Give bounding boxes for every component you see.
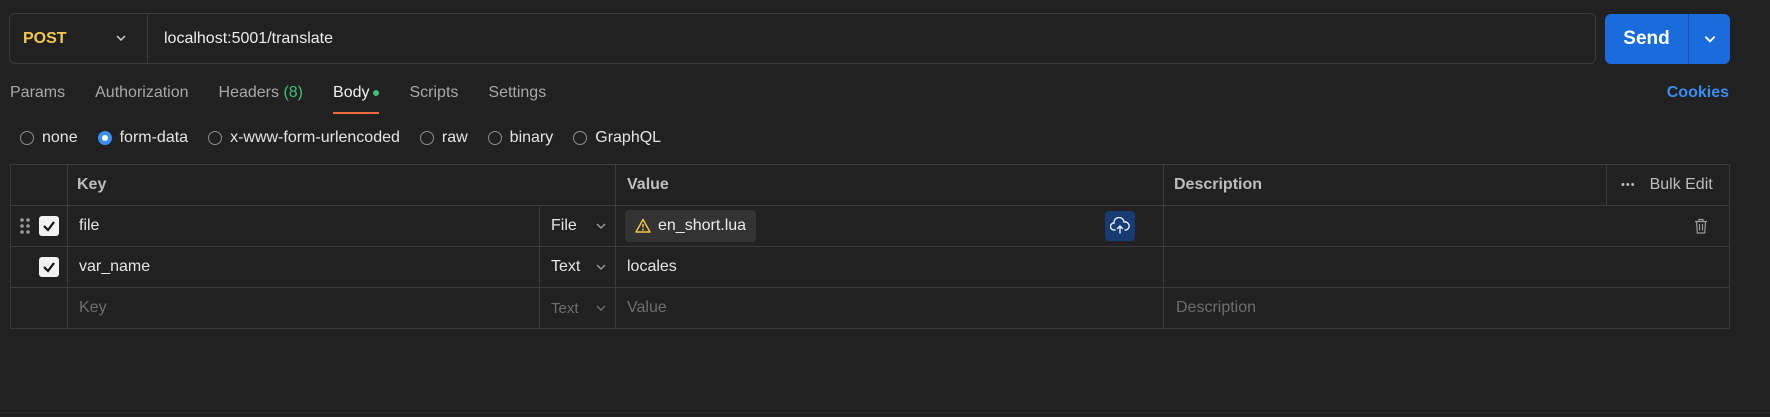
chevron-down-icon [596, 223, 606, 229]
method-label: POST [23, 29, 67, 47]
chevron-down-icon [596, 264, 606, 270]
body-type-selector: none form-data x-www-form-urlencoded raw… [20, 129, 681, 147]
table-row: var_name Text locales [11, 247, 1729, 288]
warning-icon [635, 218, 651, 233]
radio-form-data[interactable]: form-data [97, 129, 189, 147]
table-row-new: Key Text Value Description [11, 288, 1729, 329]
column-divider [539, 247, 540, 287]
value-cell[interactable]: locales [627, 247, 677, 287]
radio-label: x-www-form-urlencoded [230, 129, 400, 146]
key-cell[interactable]: var_name [79, 247, 150, 287]
tab-label: Scripts [409, 84, 459, 101]
send-button[interactable]: Send [1605, 14, 1689, 64]
radio-label: raw [441, 129, 468, 146]
request-tabs: Params Authorization Headers (8) Body Sc… [10, 84, 576, 114]
tab-authorization[interactable]: Authorization [95, 84, 188, 114]
type-label: Text [551, 258, 581, 275]
column-divider [539, 288, 540, 329]
panel-divider [0, 412, 1770, 413]
radio-graphql[interactable]: GraphQL [573, 129, 661, 147]
table-header-row: Key Value Description ••• Bulk Edit [11, 165, 1729, 206]
radio-none[interactable]: none [20, 129, 78, 147]
tab-label: Body [333, 84, 370, 101]
radio-label: GraphQL [595, 129, 662, 146]
tab-params[interactable]: Params [10, 84, 65, 114]
checkbox [39, 216, 59, 236]
value-header: Value [627, 176, 669, 193]
bulk-edit-label: Bulk Edit [1649, 176, 1713, 193]
file-name: en_short.lua [658, 217, 747, 234]
more-dots-icon: ••• [1621, 179, 1636, 191]
check-icon [43, 262, 55, 273]
row-enable-checkbox[interactable] [39, 206, 59, 246]
type-label: Text [551, 299, 579, 317]
radio-circle [20, 131, 34, 145]
column-divider [539, 206, 540, 246]
type-label: File [551, 217, 577, 234]
check-icon [43, 221, 55, 232]
tab-scripts[interactable]: Scripts [409, 84, 458, 114]
cloud-upload-icon[interactable] [1105, 211, 1135, 241]
chevron-down-icon [596, 305, 606, 311]
radio-urlencoded[interactable]: x-www-form-urlencoded [208, 129, 400, 147]
radio-circle [419, 131, 434, 145]
value-input[interactable]: Value [627, 288, 667, 328]
bulk-edit-button[interactable]: ••• Bulk Edit [1621, 165, 1713, 205]
send-options-button[interactable] [1689, 14, 1730, 64]
radio-circle [208, 131, 223, 145]
url-bar: POST localhost:5001/translate [9, 13, 1596, 64]
tab-body[interactable]: Body [333, 84, 380, 114]
type-selector[interactable]: File [551, 206, 607, 246]
radio-circle [487, 131, 502, 145]
headers-count: (8) [283, 84, 304, 101]
radio-label: none [42, 129, 78, 146]
cookies-link[interactable]: Cookies [1667, 84, 1729, 102]
method-selector[interactable]: POST [10, 14, 148, 63]
key-input[interactable]: Key [79, 288, 107, 328]
value-cell: en_short.lua [625, 206, 757, 246]
tab-label: Authorization [95, 84, 189, 101]
send-button-group: Send [1605, 14, 1730, 64]
tab-headers[interactable]: Headers (8) [219, 84, 304, 114]
radio-circle [573, 131, 588, 145]
tab-settings[interactable]: Settings [488, 84, 546, 114]
radio-raw[interactable]: raw [419, 129, 468, 147]
drag-handle-icon[interactable] [19, 206, 31, 246]
tab-label: Params [10, 84, 66, 101]
delete-row-icon[interactable] [1694, 206, 1708, 246]
radio-label: form-data [119, 129, 189, 146]
description-header: Description [1174, 176, 1263, 193]
tab-label: Settings [488, 84, 547, 101]
modified-dot-icon [373, 89, 380, 96]
type-selector[interactable]: Text [551, 247, 607, 287]
key-cell[interactable]: file [79, 206, 99, 246]
description-input[interactable]: Description [1176, 288, 1256, 328]
chevron-down-icon [116, 35, 126, 42]
row-enable-checkbox[interactable] [39, 247, 59, 287]
radio-circle [97, 131, 112, 145]
form-data-table: Key Value Description ••• Bulk Edit file… [10, 164, 1730, 329]
file-chip[interactable]: en_short.lua [625, 210, 757, 242]
url-input[interactable]: localhost:5001/translate [148, 14, 1595, 63]
tab-label: Headers [218, 84, 279, 101]
table-row: file File en_short.lua [11, 206, 1729, 247]
chevron-down-icon [1704, 36, 1715, 43]
column-divider [1606, 165, 1607, 205]
radio-binary[interactable]: binary [487, 129, 554, 147]
key-header: Key [77, 176, 107, 193]
type-selector[interactable]: Text [551, 288, 607, 328]
checkbox [39, 257, 59, 277]
radio-label: binary [509, 129, 554, 146]
